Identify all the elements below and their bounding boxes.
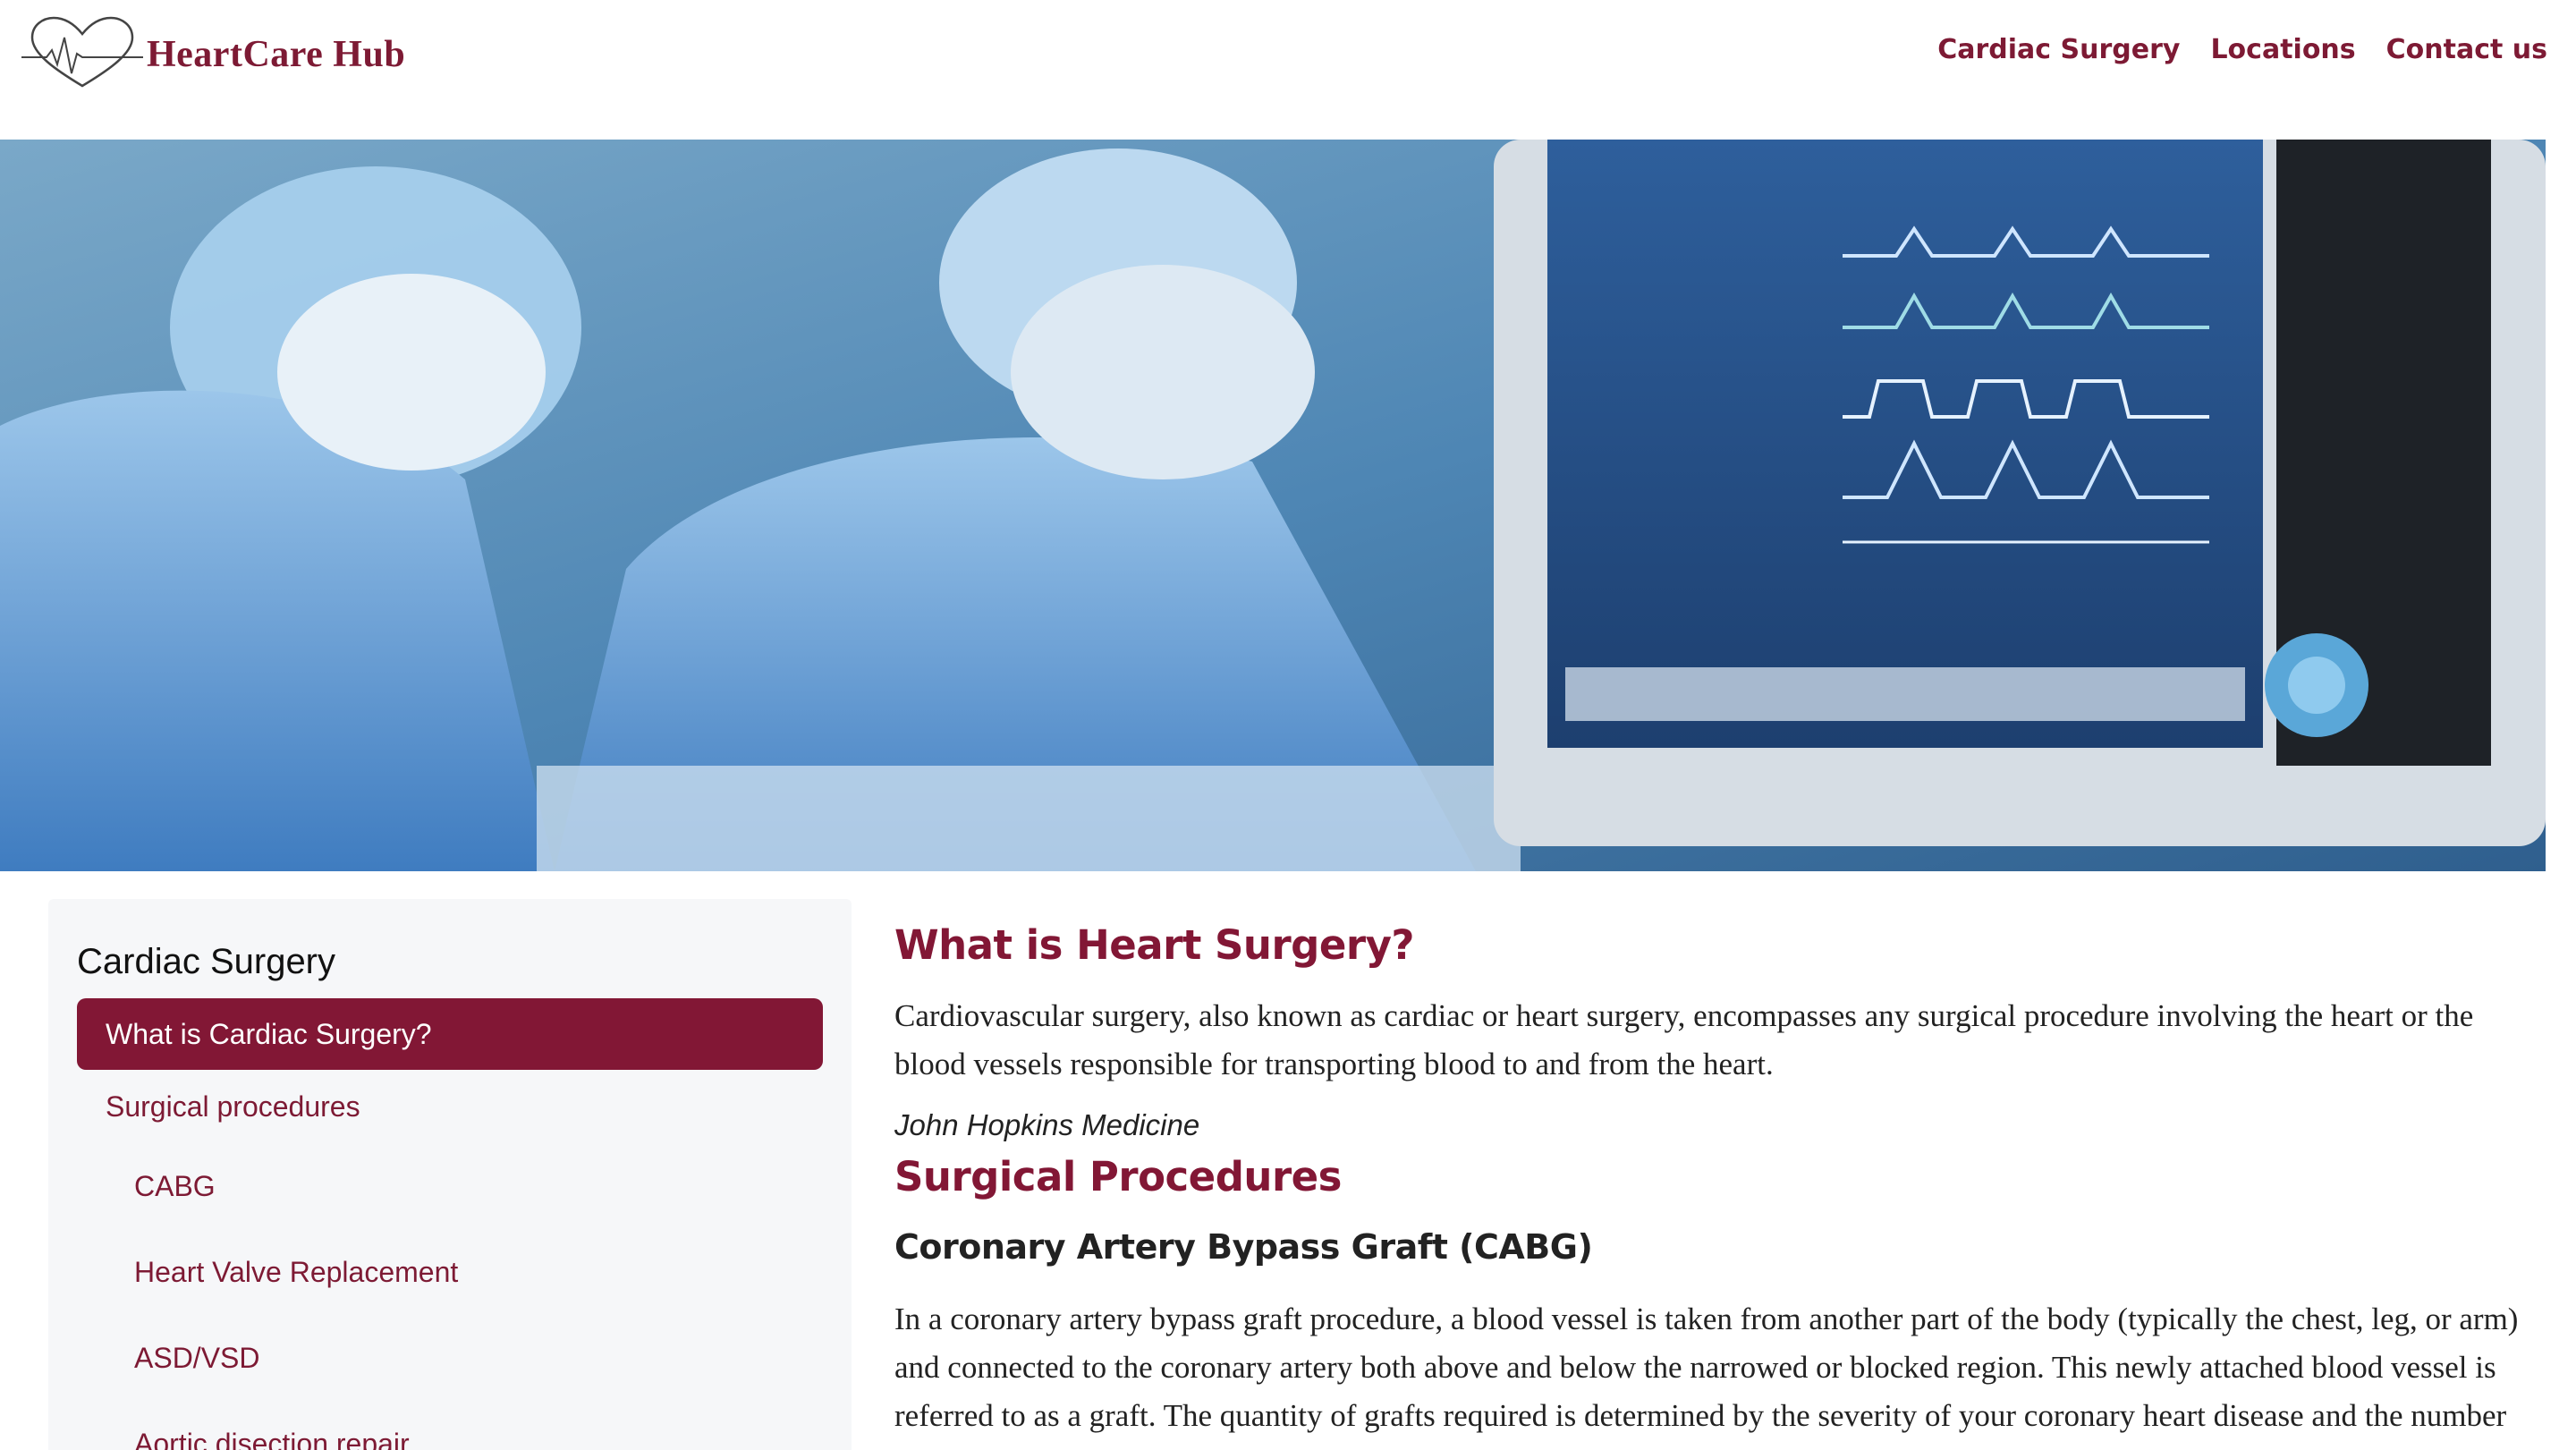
- sidebar-item-cabg[interactable]: CABG: [77, 1143, 823, 1229]
- citation: John Hopkins Medicine: [894, 1108, 1200, 1141]
- section-heading: Surgical Procedures: [894, 1153, 1342, 1200]
- subheading-cabg: Coronary Artery Bypass Graft (CABG): [894, 1227, 1593, 1267]
- sidebar-item-surgical-procedures[interactable]: Surgical procedures: [77, 1070, 823, 1143]
- sidebar-item-aortic-dissection-repair[interactable]: Aortic disection repair: [77, 1401, 823, 1450]
- sidebar-item-heart-valve-replacement[interactable]: Heart Valve Replacement: [77, 1229, 823, 1315]
- sidebar-title: Cardiac Surgery: [77, 942, 336, 981]
- nav-contact-link[interactable]: Contact us: [2386, 34, 2547, 65]
- intro-paragraph: Cardiovascular surgery, also known as ca…: [894, 998, 2474, 1081]
- page-title: What is Heart Surgery?: [894, 921, 1415, 969]
- surgeons-with-monitor-photo: [0, 140, 2546, 871]
- brand-logo-link[interactable]: HeartCare Hub: [20, 14, 405, 95]
- cabg-paragraph: In a coronary artery bypass graft proced…: [894, 1302, 2519, 1433]
- main-content: What is Heart Surgery? Cardiovascular su…: [894, 921, 2531, 1440]
- nav-locations-link[interactable]: Locations: [2210, 34, 2355, 65]
- sidebar-item-asd-vsd[interactable]: ASD/VSD: [77, 1315, 823, 1401]
- sidebar-item-what-is-cardiac-surgery[interactable]: What is Cardiac Surgery?: [77, 998, 823, 1070]
- sidebar: Cardiac Surgery What is Cardiac Surgery?…: [48, 899, 852, 1450]
- brand-name: HeartCare Hub: [147, 34, 406, 75]
- heart-ecg-icon: [21, 16, 143, 88]
- top-nav: Cardiac Surgery Locations Contact us: [1937, 34, 2547, 65]
- nav-cardiac-surgery-link[interactable]: Cardiac Surgery: [1937, 34, 2180, 65]
- site-header: HeartCare Hub Cardiac Surgery Locations …: [0, 0, 2576, 140]
- hero-image: [0, 140, 2546, 871]
